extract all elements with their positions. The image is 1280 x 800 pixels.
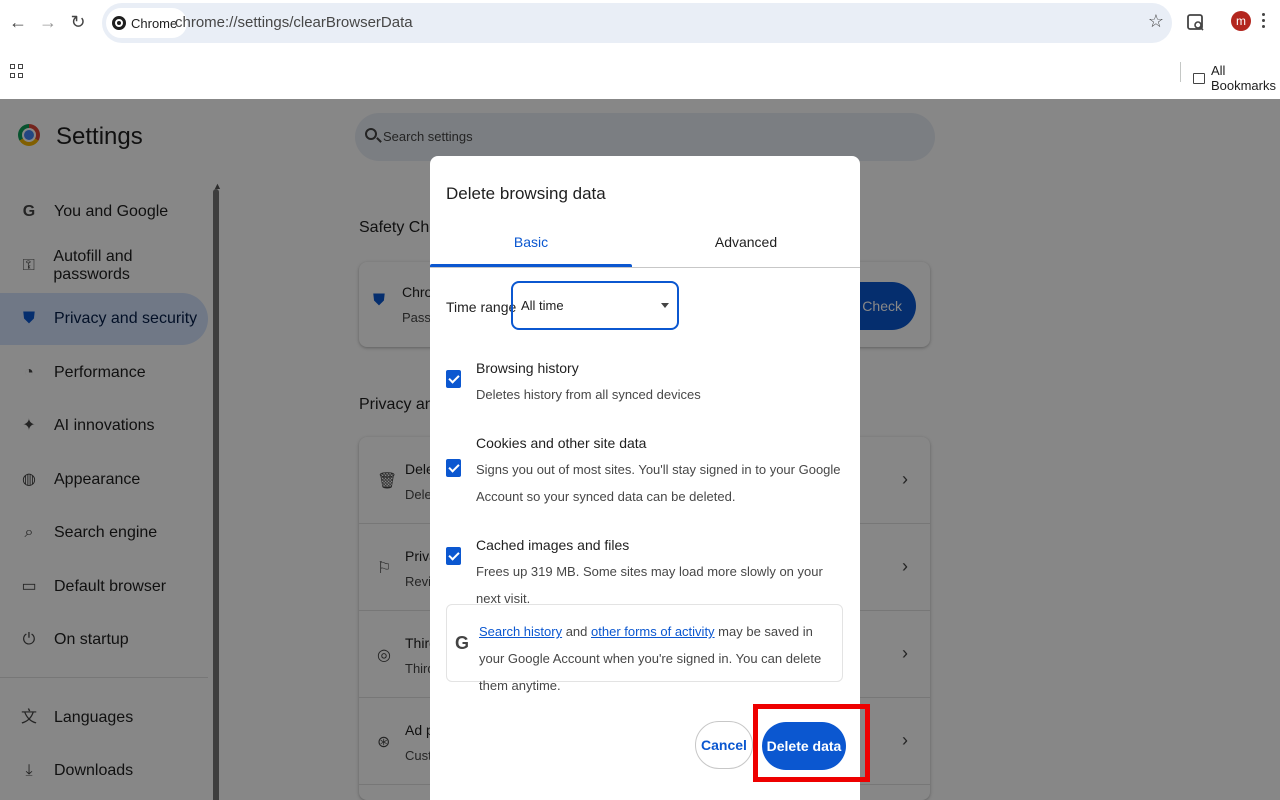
chrome-chip-label: Chrome [131,15,178,31]
chrome-logo-icon [112,16,126,30]
option-title: Cached images and files [476,537,630,553]
forward-arrow-icon[interactable]: → [36,10,60,34]
tab-advanced[interactable]: Advanced [645,234,847,266]
bookmark-star-icon[interactable]: ☆ [1148,11,1164,32]
option-desc: Deletes history from all synced devices [476,387,701,402]
cancel-button[interactable]: Cancel [695,721,753,769]
dialog-title: Delete browsing data [446,184,606,203]
browsing-history-checkbox[interactable] [446,370,461,388]
search-history-link[interactable]: Search history [479,624,562,639]
profile-avatar[interactable]: m [1231,11,1251,31]
highlight-box [753,704,870,782]
dropdown-caret-icon [661,303,669,308]
bookmarks-separator [1180,62,1181,82]
back-arrow-icon[interactable]: ← [6,10,30,34]
apps-grid-icon[interactable] [10,64,24,78]
cookies-checkbox[interactable] [446,459,461,477]
bookmarks-bar: All Bookmarks [0,46,1280,99]
time-range-label: Time range [446,299,517,315]
folder-icon [1193,72,1205,84]
address-bar[interactable]: Chrome chrome://settings/clearBrowserDat… [102,3,1172,43]
info-and: and [562,624,592,639]
google-icon: G [455,633,470,653]
menu-kebab-icon[interactable] [1262,11,1266,31]
tab-basic[interactable]: Basic [430,234,632,266]
time-range-select[interactable]: All time [511,281,679,330]
option-title: Cookies and other site data [476,435,647,451]
cached-images-checkbox[interactable] [446,547,461,565]
option-desc: Signs you out of most sites. You'll stay… [476,462,841,504]
info-text: Search history and other forms of activi… [479,618,834,699]
all-bookmarks-label: All Bookmarks [1210,63,1276,93]
url-text[interactable]: chrome://settings/clearBrowserData [175,14,413,31]
other-activity-link[interactable]: other forms of activity [591,624,715,639]
reload-icon[interactable]: ↻ [66,10,90,34]
time-range-value: All time [521,298,564,313]
browser-toolbar: ← → ↻ Chrome chrome://settings/clearBrow… [0,0,1280,46]
google-activity-info: G Search history and other forms of acti… [446,604,843,693]
tabs-divider [430,267,860,268]
option-title: Browsing history [476,360,579,376]
all-bookmarks-button[interactable]: All Bookmarks [1193,63,1280,93]
tab-search-icon[interactable] [1184,10,1208,34]
